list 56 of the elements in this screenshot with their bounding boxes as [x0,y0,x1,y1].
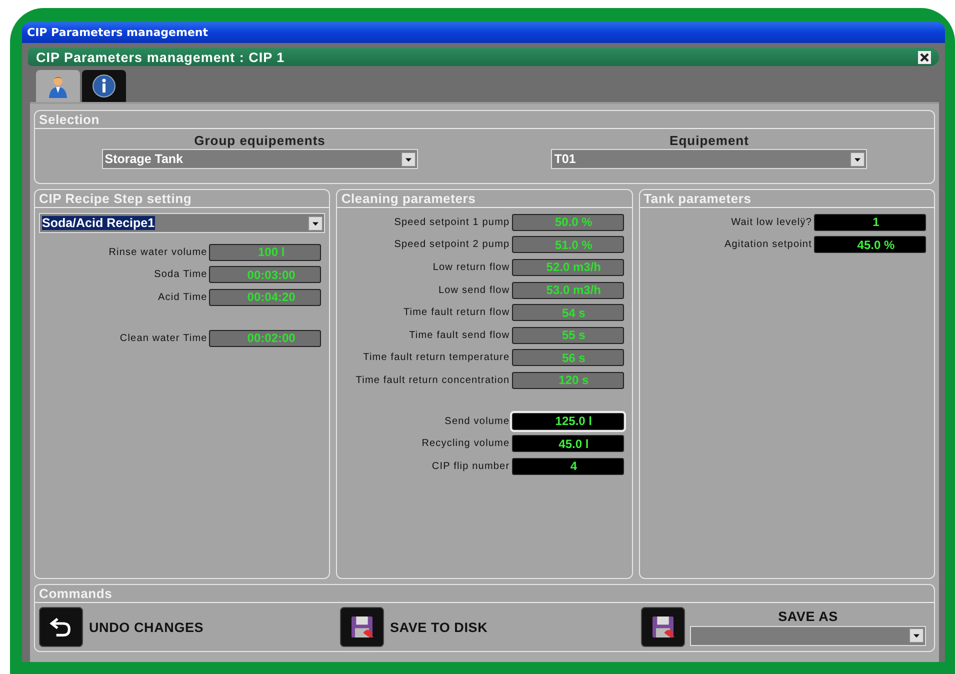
field-label: Time fault return flow [403,307,510,318]
group-title: CIP Recipe Step setting [35,190,330,208]
save-as-button[interactable] [641,607,685,647]
field-label: Time fault return concentration [356,374,510,386]
close-button[interactable] [918,50,931,64]
group-title: Tank parameters [640,190,934,208]
field-label: Rinse water volume [108,246,208,258]
value-field[interactable]: 45.0 l [512,435,624,452]
save-as-dropdown[interactable] [690,626,926,646]
field-label: Equipement [670,133,749,148]
field-label: Low return flow [432,262,510,273]
field-label: Wait low levelÿ? [731,216,812,228]
value-field[interactable]: 4 [512,458,624,475]
field-label: Recycling volume [422,438,510,450]
value-field[interactable]: 56 s [512,349,624,366]
value-field[interactable]: 51.0 % [512,236,624,254]
value-field[interactable]: 53.0 m3/h [512,282,624,299]
group-title: Selection [35,111,934,129]
field-label: Acid Time [158,292,208,303]
value-field[interactable]: 00:04:20 [209,288,322,306]
field-label: Time fault return temperature [363,352,510,364]
field-label: Clean water Time [120,332,208,344]
command-button[interactable]: SAVE TO DISK [340,607,641,647]
field-label: Time fault send flow [409,330,510,341]
value-field[interactable]: 45.0 % [814,236,926,254]
field-label: Speed setpoint 1 pump [394,216,510,228]
value-field[interactable]: 55 s [512,326,624,344]
field-label: Low send flow [438,284,510,296]
info-icon [92,74,116,98]
field-label: Agitation setpoint [724,239,812,250]
recipe-dropdown[interactable]: Soda/Acid Recipe1 [39,213,326,233]
value-field[interactable]: 125.0 l [512,412,624,430]
field-label: Soda Time [154,269,208,280]
value-field[interactable]: 00:02:00 [209,330,322,347]
field-label: Send volume [444,416,510,427]
value-field[interactable]: 1 [814,214,926,231]
field-label: Group equipements [194,133,326,148]
dropdown[interactable]: Storage Tank [102,149,418,169]
tab[interactable] [82,70,126,102]
close-icon [918,50,931,64]
header-title: CIP Parameters management : CIP 1 [36,50,285,64]
field-label: SAVE AS [778,608,838,624]
value-field[interactable]: 50.0 % [512,214,624,231]
value-field[interactable]: 00:03:00 [209,266,322,284]
dropdown[interactable]: T01 [551,149,868,169]
user-icon [46,75,70,99]
group-title: Cleaning parameters [337,190,632,208]
field-label: CIP flip number [432,460,510,472]
command-button[interactable]: UNDO CHANGES [39,607,340,647]
field-label: Speed setpoint 2 pump [394,239,510,250]
value-field[interactable]: 54 s [512,304,624,322]
window-title: CIP Parameters management [27,26,208,39]
value-field[interactable]: 52.0 m3/h [512,258,624,276]
value-field[interactable]: 100 l [209,244,322,261]
group-title: Commands [35,585,934,603]
value-field[interactable]: 120 s [512,372,624,389]
